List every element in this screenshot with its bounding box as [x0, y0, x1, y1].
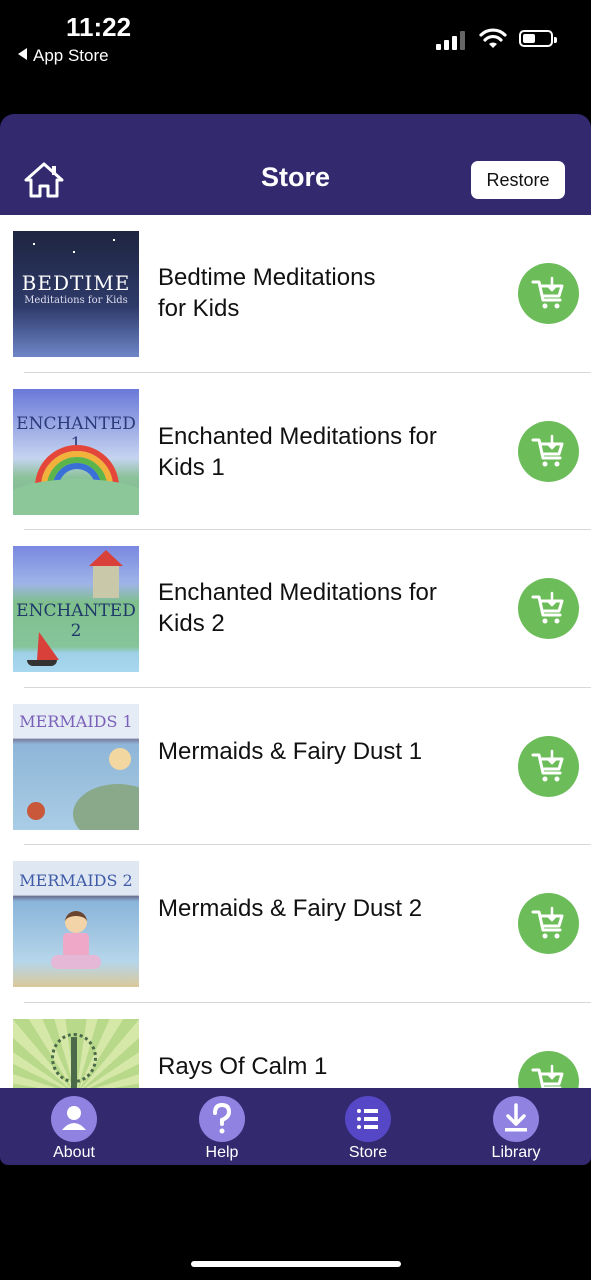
tab-about[interactable]: About — [24, 1096, 124, 1162]
product-row[interactable]: BEDTIME Meditations for Kids Bedtime Med… — [0, 215, 591, 373]
question-icon — [199, 1096, 245, 1142]
product-row[interactable]: ENCHANTED 1 Enchanted Meditations for Ki… — [0, 373, 591, 531]
tab-label: Library — [491, 1144, 541, 1161]
tab-store[interactable]: Store — [318, 1096, 418, 1162]
restore-button[interactable]: Restore — [471, 161, 565, 199]
cart-icon — [531, 749, 564, 782]
status-bar: 11:22 App Store — [0, 0, 591, 114]
product-title: Bedtime Meditations for Kids — [158, 262, 488, 324]
cart-icon — [531, 1064, 564, 1088]
cart-icon — [531, 434, 564, 467]
back-arrow-icon — [18, 48, 27, 60]
product-cover-mermaids-1: MERMAIDS 1 — [13, 703, 139, 830]
product-title-line-1: Mermaids & Fairy Dust 1 — [158, 737, 423, 765]
cover-title: MERMAIDS 1 — [19, 711, 133, 731]
product-row[interactable]: ENCHANTED 2 Enchanted Meditations for Ki… — [0, 530, 591, 688]
tab-label: Store — [348, 1144, 388, 1161]
cover-title: MERMAIDS 2 — [19, 871, 133, 891]
tab-label: Help — [205, 1144, 239, 1161]
list-icon — [345, 1096, 391, 1142]
product-cover-enchanted-1: ENCHANTED 1 — [13, 388, 139, 515]
cover-title: ENCHANTED 2 — [16, 601, 136, 642]
product-title: Enchanted Meditations for Kids 2 — [158, 577, 488, 639]
download-icon — [493, 1096, 539, 1142]
add-to-cart-button[interactable] — [518, 893, 579, 955]
product-title: Rays Of Calm 1 — [158, 1051, 488, 1082]
add-to-cart-button[interactable] — [518, 1050, 579, 1088]
clock: 11:22 — [66, 12, 132, 42]
product-title-line-1: Rays Of Calm 1 — [158, 1052, 328, 1080]
home-indicator[interactable] — [191, 1261, 401, 1267]
product-title-line-1: Mermaids & Fairy Dust 2 — [158, 895, 423, 923]
product-cover-rays-of-calm-1 — [13, 1018, 139, 1088]
product-title: Enchanted Meditations for Kids 1 — [158, 421, 488, 483]
nav-bar: Store Restore — [0, 114, 591, 215]
product-row[interactable]: Rays Of Calm 1 — [0, 1003, 591, 1088]
add-to-cart-button[interactable] — [518, 420, 579, 482]
person-icon — [51, 1096, 97, 1142]
tab-label: About — [53, 1144, 95, 1161]
back-link-label: App Store — [33, 46, 109, 65]
signal-icon — [436, 30, 466, 50]
cover-title: BEDTIME — [21, 271, 131, 295]
product-title-line-2: for Kids — [158, 295, 240, 322]
product-row[interactable]: MERMAIDS 1 Mermaids & Fairy Dust 1 — [0, 688, 591, 846]
tab-library[interactable]: Library — [466, 1096, 566, 1162]
tab-bar: About Help Store Library — [0, 1088, 591, 1165]
wifi-icon — [479, 28, 507, 48]
cart-icon — [531, 276, 564, 309]
product-cover-bedtime: BEDTIME Meditations for Kids — [13, 231, 139, 357]
back-to-app-store-link[interactable]: App Store — [18, 46, 109, 66]
product-title-line-2: Kids 2 — [158, 610, 225, 638]
tab-help[interactable]: Help — [172, 1096, 272, 1162]
add-to-cart-button[interactable] — [518, 263, 579, 324]
add-to-cart-button[interactable] — [518, 735, 579, 797]
product-cover-enchanted-2: ENCHANTED 2 — [13, 546, 139, 673]
product-title-line-1: Enchanted Meditations for — [158, 579, 437, 607]
product-title-line-1: Enchanted Meditations for — [158, 422, 437, 450]
store-list: BEDTIME Meditations for Kids Bedtime Med… — [0, 215, 591, 1088]
product-title: Mermaids & Fairy Dust 1 — [158, 736, 488, 767]
add-to-cart-button[interactable] — [518, 578, 579, 640]
cart-icon — [531, 591, 564, 624]
product-cover-mermaids-2: MERMAIDS 2 — [13, 861, 139, 988]
product-row[interactable]: MERMAIDS 2 Mermaids & Fairy Dust 2 — [0, 845, 591, 1003]
cart-icon — [531, 907, 564, 939]
product-title: Mermaids & Fairy Dust 2 — [158, 893, 488, 924]
battery-icon — [519, 30, 557, 47]
product-title-line-1: Bedtime Meditations — [158, 264, 376, 291]
product-title-line-2: Kids 1 — [158, 453, 225, 481]
cover-subtitle: Meditations for Kids — [24, 295, 128, 306]
